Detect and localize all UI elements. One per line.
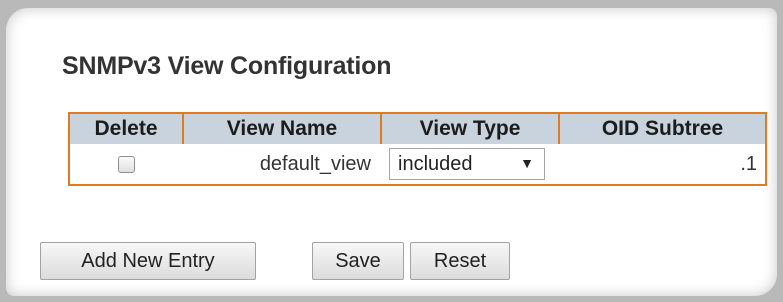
header-oid-subtree: OID Subtree	[558, 113, 766, 144]
page-title: SNMPv3 View Configuration	[62, 52, 392, 80]
header-delete: Delete	[69, 113, 183, 144]
view-type-value: included	[398, 153, 473, 175]
add-new-entry-button[interactable]: Add New Entry	[40, 242, 256, 280]
header-view-name: View Name	[182, 113, 381, 144]
header-view-type: View Type	[380, 113, 559, 144]
reset-button[interactable]: Reset	[410, 242, 510, 280]
delete-checkbox[interactable]	[118, 155, 135, 173]
view-name-cell: default_view	[183, 144, 381, 185]
oid-subtree-cell: .1	[559, 144, 766, 185]
config-panel: SNMPv3 View Configuration Delete View Na…	[6, 8, 777, 296]
save-button[interactable]: Save	[312, 242, 404, 280]
view-type-select[interactable]: included ▼	[389, 148, 545, 180]
table-row: default_view included ▼ .1	[69, 144, 766, 185]
delete-cell	[69, 144, 183, 185]
view-type-cell: included ▼	[381, 144, 559, 185]
view-config-table: Delete View Name View Type OID Subtree d…	[68, 112, 767, 186]
dropdown-arrow-icon: ▼	[520, 155, 534, 171]
table-header-row: Delete View Name View Type OID Subtree	[69, 113, 766, 144]
